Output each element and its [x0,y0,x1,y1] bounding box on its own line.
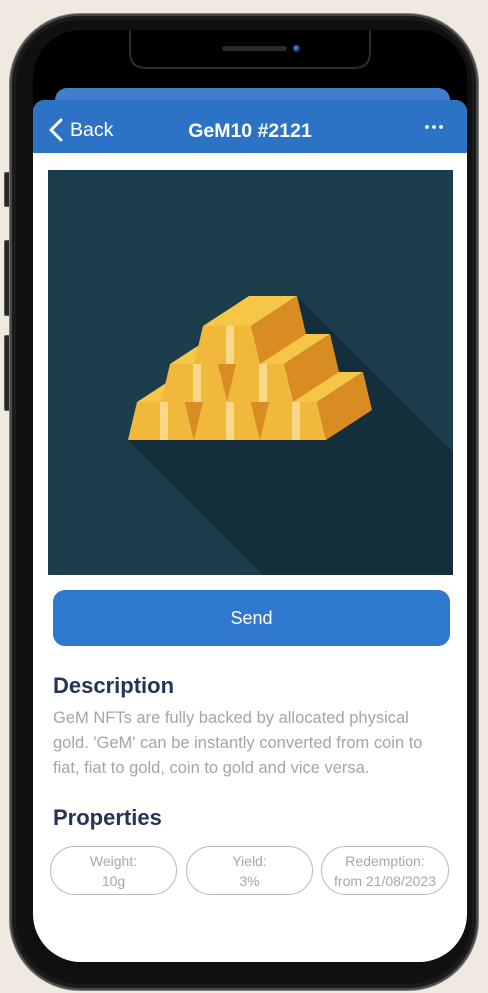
send-button[interactable]: Send [53,590,450,646]
more-button[interactable] [422,121,446,133]
send-label: Send [230,608,273,628]
description-line: fiat, fiat to gold, coin to gold and vic… [53,759,370,777]
properties-heading: Properties [53,805,162,830]
property-pill-redemption: Redemption: from 21/08/2023 [321,846,449,895]
nav-header: Back GeM10 #2121 [33,100,467,153]
property-value: 3% [239,872,260,889]
property-label: Weight: [89,852,138,869]
gold-bar-highlight [160,402,168,440]
page-title: GeM10 #2121 [188,120,312,142]
phone-screen: Back GeM10 #2121 Send Description GeM NF… [33,30,467,962]
property-label: Yield: [232,852,267,869]
more-horizontal-icon [425,125,443,129]
front-camera [293,45,300,52]
nft-artwork [48,170,453,575]
property-value: from 21/08/2023 [334,872,436,889]
property-pill-weight: Weight: 10g [50,846,177,895]
earpiece-speaker [222,46,287,51]
description-text: GeM NFTs are fully backed by allocated p… [53,706,457,781]
property-label: Redemption: [345,852,425,869]
nft-detail-sheet: Back GeM10 #2121 Send Description GeM NF… [33,100,467,962]
gold-bar-highlight [193,364,201,402]
gold-bar-highlight [292,402,300,440]
description-line: gold. 'GeM' can be instantly converted f… [53,734,423,752]
property-value: 10g [101,872,126,889]
description-line: GeM NFTs are fully backed by allocated p… [53,709,409,727]
gold-bar-highlight [226,402,234,440]
property-pill-yield: Yield: 3% [186,846,313,895]
description-heading: Description [53,673,175,698]
gold-bar-highlight [226,326,234,364]
notch-outline [129,30,371,69]
gold-bars-illustration [48,170,453,575]
gold-bar-highlight [259,364,267,402]
